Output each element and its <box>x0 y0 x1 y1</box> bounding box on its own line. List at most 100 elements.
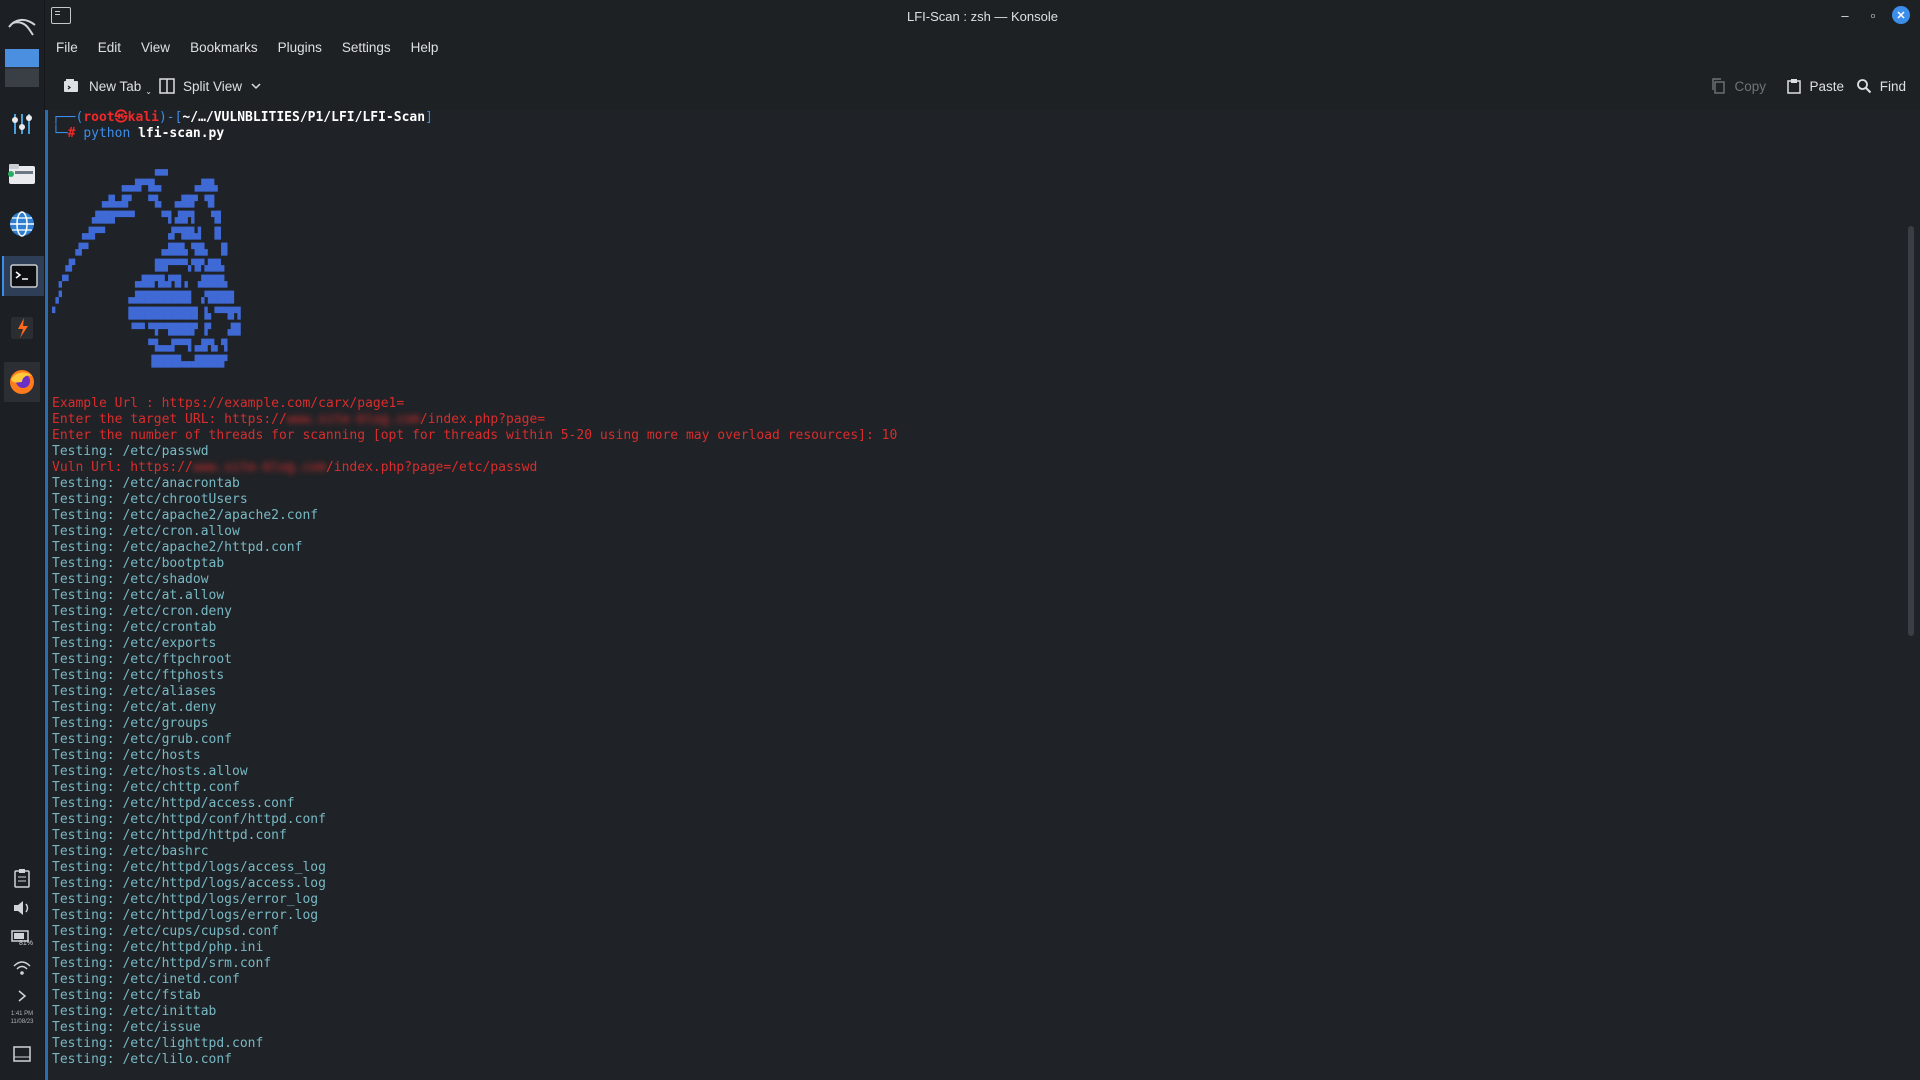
prompt-close: ] <box>425 110 433 125</box>
target-url-prefix: Enter the target URL: https:// <box>52 412 287 427</box>
prompt-user: root㉿kali <box>83 110 159 125</box>
testing-line: Testing: /etc/exports <box>52 636 217 651</box>
target-url-host-redacted: www.site-blog.com <box>286 412 420 427</box>
ascii-art-line: ▞▘ ▗▟█▛█▟▜▌▖ ▟███▖ <box>52 275 231 288</box>
ascii-art-line: ▗▄▟▛▜▙▖ ▗▟█▙ <box>52 179 218 192</box>
maximize-button[interactable]: ▫ <box>1864 6 1882 24</box>
testing-line: Testing: /etc/crontab <box>52 620 217 635</box>
example-url: https://example.com/carx/page1= <box>161 396 405 411</box>
testing-line: Testing: /etc/fstab <box>52 988 201 1003</box>
testing-line: Testing: /etc/aliases <box>52 684 217 699</box>
konsole-taskbar-icon[interactable] <box>2 256 44 296</box>
example-url-line: Example Url : https://example.com/carx/p… <box>52 396 404 412</box>
vuln-url-line: Vuln Url: https://www.site-blog.com/inde… <box>52 460 537 476</box>
paste-icon <box>1787 79 1802 94</box>
ascii-art-logo: ▗▄▖ ▗▄▟▛▜▙▖ ▗▟█▙ ▗▟▙▟▛ ▝▜▖ ▗▟█▛ ▜▌ ▟██▛▀… <box>52 162 452 372</box>
new-tab-label: New Tab <box>89 78 142 94</box>
ascii-art-line: ▀▀▝▜▀▜███▛ ▛ ▗█▌ <box>52 323 245 336</box>
firefox-icon[interactable] <box>4 362 40 402</box>
testing-line: Testing: /etc/cups/cupsd.conf <box>52 924 279 939</box>
menu-bookmarks[interactable]: Bookmarks <box>179 36 267 60</box>
menu-file[interactable]: File <box>45 36 87 60</box>
vuln-url-host-redacted: www.site-blog.com <box>192 460 326 475</box>
minimize-button[interactable]: – <box>1836 6 1854 24</box>
testing-line: Testing: /etc/issue <box>52 1020 201 1035</box>
new-tab-dropdown-icon[interactable]: ⌄ <box>145 87 152 96</box>
split-view-button[interactable]: Split View <box>159 70 262 102</box>
vuln-url-suffix: /index.php?page=/etc/passwd <box>325 460 538 475</box>
testing-line: Testing: /etc/at.allow <box>52 588 225 603</box>
testing-line: Testing: /etc/chttp.conf <box>52 780 240 795</box>
testing-line: Testing: /etc/bootptab <box>52 556 225 571</box>
workspace-switcher-icon[interactable] <box>4 49 40 87</box>
menu-edit[interactable]: Edit <box>87 36 130 60</box>
testing-line: Testing: /etc/passwd <box>52 444 209 459</box>
copy-button[interactable]: Copy <box>1710 70 1766 102</box>
testing-line: Testing: /etc/httpd/logs/error_log <box>52 892 319 907</box>
ascii-art-line: ▟▘ ▐█▛▀▀▚▜▛▟█▙ <box>52 259 225 272</box>
testing-line: Testing: /etc/at.deny <box>52 700 217 715</box>
terminal-scrollbar[interactable] <box>1908 226 1914 636</box>
testing-line: Testing: /etc/lighttpd.conf <box>52 1036 264 1051</box>
copy-label: Copy <box>1734 78 1766 94</box>
paste-button[interactable]: Paste <box>1787 70 1844 102</box>
web-browser-globe-icon[interactable] <box>4 206 40 242</box>
taskbar: 81% 1:41 PM 11/08/23 <box>0 0 45 1080</box>
show-desktop-icon[interactable] <box>4 1036 40 1072</box>
testing-line: Testing: /etc/httpd/logs/access.log <box>52 876 326 891</box>
testing-line: Testing: /etc/cron.allow <box>52 524 240 539</box>
copy-icon <box>1712 78 1726 94</box>
ascii-art-line: ▗▛▘ ▗▟██▖▜█▖ ▐▌ <box>52 243 231 256</box>
testing-line: Testing: /etc/httpd/conf/httpd.conf <box>52 812 326 827</box>
prompt-hash: # <box>67 126 76 141</box>
command-name: python <box>83 126 131 141</box>
terminal-view[interactable]: ┌──(root㉿kali)-[~/…/VULNBLITIES/P1/LFI/L… <box>45 110 1920 1080</box>
close-button[interactable]: ✕ <box>1892 6 1910 24</box>
threads-line: Enter the number of threads for scanning… <box>52 428 898 443</box>
menu-settings[interactable]: Settings <box>331 36 400 60</box>
file-manager-icon[interactable] <box>4 156 40 192</box>
split-view-dropdown-icon <box>251 83 261 90</box>
testing-line: Testing: /etc/httpd/logs/access_log <box>52 860 326 875</box>
menu-help[interactable]: Help <box>400 36 448 60</box>
testing-line: Testing: /etc/cron.deny <box>52 604 233 619</box>
prompt-mid: )-[ <box>158 110 183 125</box>
ascii-art-line: ████▙▄▟████▘ <box>52 355 231 368</box>
find-button[interactable]: Find <box>1856 70 1906 102</box>
kali-menu-icon[interactable] <box>4 8 40 44</box>
ascii-art-line: ▘ ▐██████████ ▙▝▀▜▛▌ <box>52 307 245 320</box>
search-icon <box>1856 79 1871 94</box>
ascii-art-line: ▟██▛▀▀▘ ▝▜▗█▛▌ ▜▌ <box>52 211 225 224</box>
testing-line: Testing: /etc/groups <box>52 716 209 731</box>
testing-line: Testing: /etc/lilo.conf <box>52 1052 233 1067</box>
ascii-art-line: ▗▘ ▗▟████████ ▗▜███▌ <box>52 291 238 304</box>
testing-line: Testing: /etc/inetd.conf <box>52 972 240 987</box>
prompt-path: ~/…/VULNBLITIES/P1/LFI/LFI-Scan <box>182 110 426 125</box>
new-tab-button[interactable]: New Tab ⌄ <box>63 70 152 102</box>
battery-percent: 81% <box>18 939 33 947</box>
ascii-art-line: ▗▄▖ <box>52 163 172 176</box>
prompt-line-2: └─# python lfi-scan.py <box>52 126 224 142</box>
menu-view[interactable]: View <box>130 36 179 60</box>
clock[interactable]: 1:41 PM 11/08/23 <box>2 1010 42 1026</box>
expand-tray-chevron-icon[interactable] <box>4 978 40 1014</box>
testing-line: Testing: /etc/ftphosts <box>52 668 225 683</box>
terminal-app-icon <box>51 7 71 24</box>
titlebar[interactable]: LFI-Scan : zsh — Konsole – ▫ ✕ <box>45 0 1920 32</box>
prompt-line-1: ┌──(root㉿kali)-[~/…/VULNBLITIES/P1/LFI/L… <box>52 110 433 126</box>
vuln-url-prefix: Vuln Url: https:// <box>52 460 193 475</box>
burpsuite-icon[interactable] <box>4 310 40 346</box>
toolbar: New Tab ⌄ Split View Copy Paste Find <box>45 70 1920 102</box>
menu-plugins[interactable]: Plugins <box>267 36 331 60</box>
testing-line: Testing: /etc/httpd/php.ini <box>52 940 264 955</box>
example-url-prefix: Example Url : <box>52 396 162 411</box>
testing-line: Testing: /etc/grub.conf <box>52 732 233 747</box>
window-title: LFI-Scan : zsh — Konsole <box>906 8 1058 24</box>
testing-line: Testing: /etc/httpd/srm.conf <box>52 956 272 971</box>
testing-line: Testing: /etc/ftpchroot <box>52 652 233 667</box>
settings-manager-icon[interactable] <box>4 106 40 142</box>
split-view-label: Split View <box>183 78 243 94</box>
testing-line: Testing: /etc/chrootUsers <box>52 492 248 507</box>
find-label: Find <box>1879 78 1906 94</box>
testing-line: Testing: /etc/apache2/apache2.conf <box>52 508 319 523</box>
